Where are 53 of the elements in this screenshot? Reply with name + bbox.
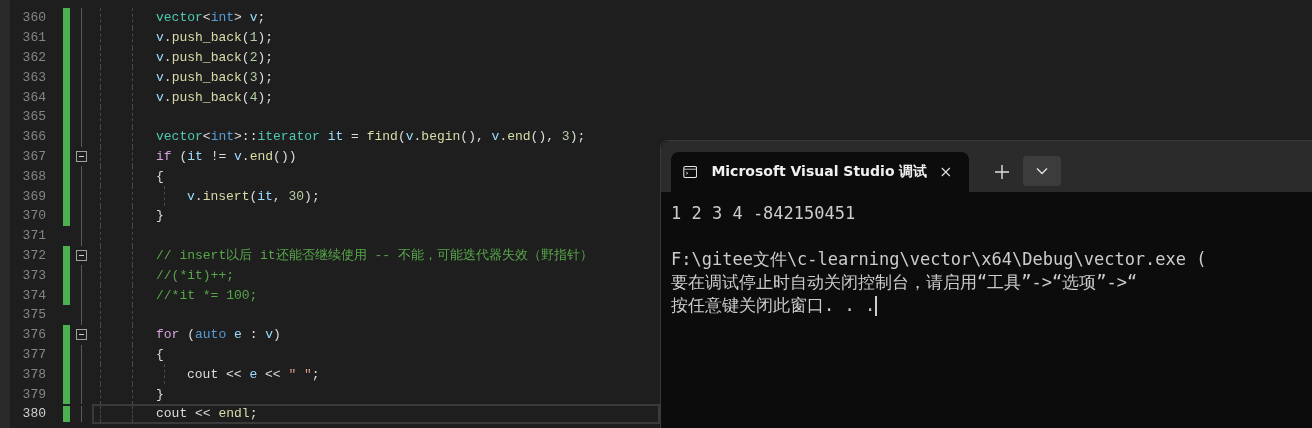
- line-number: 379: [21, 386, 46, 402]
- line-number: 376: [21, 327, 46, 343]
- line-number: 363: [21, 69, 46, 85]
- code-line: vector<int> v;: [156, 10, 266, 26]
- code-line: //*it *= 100;: [156, 287, 258, 303]
- code-line: v.push_back(4);: [156, 89, 274, 105]
- line-number: 361: [21, 30, 46, 46]
- console-output-line: 要在调试停止时自动关闭控制台，请启用“工具”->“选项”->“: [671, 271, 1138, 294]
- indent-guide-line: [164, 364, 165, 385]
- close-icon[interactable]: [941, 166, 951, 178]
- chevron-down-icon: [1036, 167, 1048, 175]
- indent-guide-line: [164, 186, 165, 206]
- line-number: 370: [21, 208, 46, 224]
- console-output-line: 1 2 3 4 -842150451: [671, 202, 856, 225]
- terminal-tab[interactable]: Microsoft Visual Studio 调试: [671, 152, 969, 192]
- code-line: {: [156, 346, 164, 362]
- code-line: cout << endl;: [156, 406, 258, 422]
- line-number: 372: [21, 247, 46, 263]
- collapse-icon[interactable]: [75, 329, 87, 341]
- line-number: 368: [21, 168, 46, 184]
- console-output-line: F:\gitee文件\c-learning\vector\x64\Debug\vector.exe (: [671, 248, 1207, 271]
- code-line: }: [156, 386, 164, 402]
- code-line: v.push_back(1);: [156, 30, 274, 46]
- line-number: 365: [21, 109, 46, 125]
- code-line: }: [156, 208, 164, 224]
- line-number: 374: [21, 287, 46, 303]
- line-number: 375: [21, 307, 46, 323]
- line-number: 364: [21, 89, 46, 105]
- code-line: for (auto e : v): [156, 327, 281, 343]
- line-number: 378: [21, 366, 46, 382]
- collapse-icon[interactable]: [75, 249, 87, 261]
- code-line: cout << e << " ";: [187, 366, 320, 382]
- line-number: 369: [21, 188, 46, 204]
- collapse-icon[interactable]: [75, 150, 87, 162]
- code-line: // insert以后 it还能否继续使用 -- 不能，可能迭代器失效（野指针）: [156, 247, 593, 265]
- line-number: 380: [21, 406, 46, 422]
- console-icon: [683, 164, 698, 180]
- line-number: 371: [21, 228, 46, 244]
- line-number: 373: [21, 267, 46, 283]
- code-line: v.push_back(3);: [156, 69, 274, 85]
- code-line: {: [156, 168, 164, 184]
- code-line: v.push_back(2);: [156, 50, 274, 65]
- new-tab-icon[interactable]: [995, 165, 1009, 179]
- code-line: //(*it)++;: [156, 267, 234, 283]
- code-line: vector<int>::iterator it = find(v.begin(), v.end(), 3);: [156, 129, 586, 145]
- console-output-line: 按任意键关闭此窗口. . .: [671, 294, 876, 317]
- line-number: 360: [21, 10, 46, 26]
- line-number: 367: [21, 148, 46, 164]
- line-number: 362: [21, 50, 46, 65]
- line-number: 366: [21, 129, 46, 145]
- code-line: if (it != v.end()): [156, 148, 297, 164]
- line-number: 377: [21, 346, 46, 362]
- code-line: v.insert(it, 30);: [187, 188, 320, 204]
